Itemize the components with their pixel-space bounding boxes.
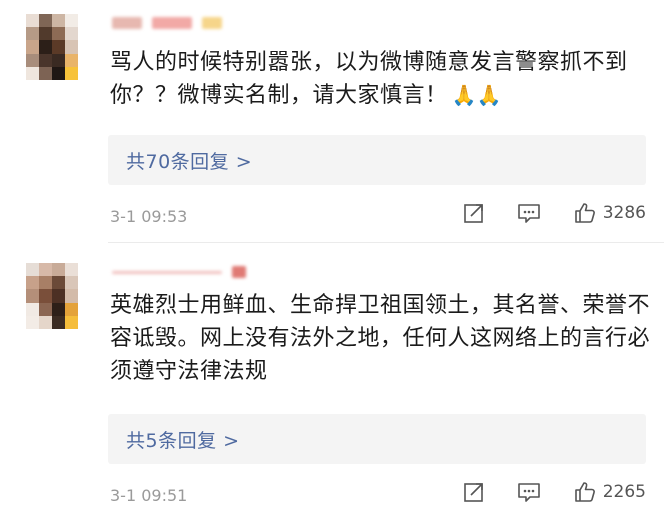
share-button[interactable] <box>463 481 485 503</box>
comment-button[interactable] <box>517 481 541 503</box>
avatar[interactable] <box>26 14 78 80</box>
replies-link[interactable]: 共5条回复 > <box>108 414 646 464</box>
like-button[interactable]: 2265 <box>573 480 646 504</box>
timestamp: 3-1 09:51 <box>110 486 188 505</box>
username[interactable] <box>112 16 222 30</box>
username[interactable] <box>112 265 246 279</box>
avatar[interactable] <box>26 263 78 329</box>
comment-text: 英雄烈士用鲜血、生命捍卫祖国领土，其名誉、荣誉不容诋毁。网上没有法外之地，任何人… <box>110 289 650 388</box>
replies-link[interactable]: 共70条回复 > <box>108 135 646 185</box>
like-icon <box>574 203 595 223</box>
divider <box>108 242 664 243</box>
timestamp: 3-1 09:53 <box>110 207 188 226</box>
comment-button[interactable] <box>517 202 541 224</box>
comment-item: 骂人的时候特别嚣张，以为微博随意发言警察抓不到你？？微博实名制，请大家慎言！ 🙏🙏… <box>0 0 664 248</box>
comment-item: 英雄烈士用鲜血、生命捍卫祖国领土，其名誉、荣誉不容诋毁。网上没有法外之地，任何人… <box>0 249 664 522</box>
share-icon <box>463 483 483 502</box>
like-icon <box>574 482 595 502</box>
share-icon <box>463 204 483 223</box>
like-count: 2265 <box>602 482 646 502</box>
action-bar: 2265 <box>431 480 646 504</box>
comment-text: 骂人的时候特别嚣张，以为微博随意发言警察抓不到你？？微博实名制，请大家慎言！ 🙏🙏 <box>110 46 650 112</box>
comment-body: 英雄烈士用鲜血、生命捍卫祖国领土，其名誉、荣誉不容诋毁。网上没有法外之地，任何人… <box>110 293 651 384</box>
pray-emoji: 🙏🙏 <box>451 83 503 107</box>
like-button[interactable]: 3286 <box>573 201 646 225</box>
replies-label: 共70条回复 > <box>126 151 253 173</box>
share-button[interactable] <box>463 202 485 224</box>
comment-icon <box>517 204 540 223</box>
replies-label: 共5条回复 > <box>126 430 240 452</box>
comment-icon <box>517 483 540 502</box>
comment-body: 骂人的时候特别嚣张，以为微博随意发言警察抓不到你？？微博实名制，请大家慎言！ <box>110 50 628 108</box>
like-count: 3286 <box>602 203 646 223</box>
action-bar: 3286 <box>431 201 646 225</box>
